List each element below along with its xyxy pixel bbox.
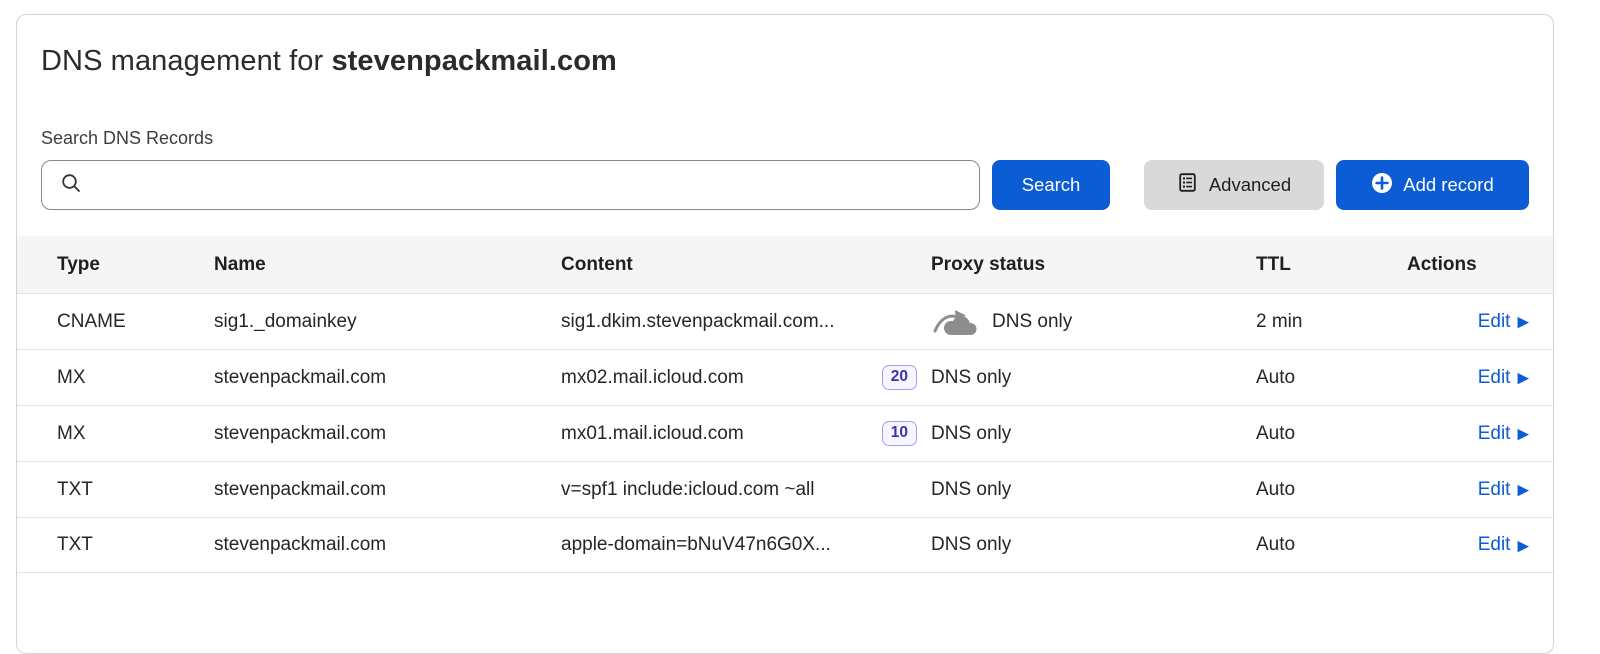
edit-record-link[interactable]: Edit ▶ <box>1478 311 1529 333</box>
edit-arrow-icon: ▶ <box>1517 538 1529 553</box>
record-content-text: apple-domain=bNuV47n6G0X... <box>561 534 831 556</box>
column-header-type: Type <box>17 254 214 276</box>
record-ttl: 2 min <box>1246 311 1391 333</box>
advanced-button[interactable]: Advanced <box>1144 160 1324 210</box>
record-ttl: Auto <box>1246 423 1391 445</box>
record-content-text: mx02.mail.icloud.com <box>561 367 744 389</box>
proxy-status-text: DNS only <box>931 367 1011 389</box>
record-proxy-status: DNS only <box>931 534 1246 556</box>
search-button[interactable]: Search <box>992 160 1110 210</box>
record-content: apple-domain=bNuV47n6G0X... <box>561 534 931 556</box>
record-content-text: sig1.dkim.stevenpackmail.com... <box>561 311 835 333</box>
edit-arrow-icon: ▶ <box>1517 371 1529 386</box>
search-input-wrapper[interactable] <box>41 160 980 210</box>
record-proxy-status: DNS only <box>931 306 1246 337</box>
table-row: MX stevenpackmail.com mx02.mail.icloud.c… <box>17 349 1553 405</box>
page-title: DNS management for stevenpackmail.com <box>41 45 1529 78</box>
plus-circle-icon <box>1371 172 1393 199</box>
record-name: stevenpackmail.com <box>214 534 561 556</box>
add-record-button-label: Add record <box>1403 174 1494 196</box>
table-row: TXT stevenpackmail.com apple-domain=bNuV… <box>17 517 1553 573</box>
edit-link-label: Edit <box>1478 479 1511 501</box>
record-type: MX <box>17 367 214 389</box>
edit-arrow-icon: ▶ <box>1517 427 1529 442</box>
edit-arrow-icon: ▶ <box>1517 483 1529 498</box>
table-row: TXT stevenpackmail.com v=spf1 include:ic… <box>17 461 1553 517</box>
record-proxy-status: DNS only <box>931 367 1246 389</box>
search-button-label: Search <box>1022 174 1081 196</box>
search-input[interactable] <box>93 174 965 196</box>
record-ttl: Auto <box>1246 367 1391 389</box>
dns-only-cloud-icon <box>931 306 979 337</box>
column-header-content: Content <box>561 254 931 276</box>
dns-controls-row: Search Advanced <box>41 160 1529 210</box>
record-content-text: v=spf1 include:icloud.com ~all <box>561 479 814 501</box>
record-proxy-status: DNS only <box>931 423 1246 445</box>
record-type: MX <box>17 423 214 445</box>
record-proxy-status: DNS only <box>931 479 1246 501</box>
table-row: MX stevenpackmail.com mx01.mail.icloud.c… <box>17 405 1553 461</box>
column-header-ttl: TTL <box>1246 254 1391 276</box>
page-title-prefix: DNS management for <box>41 45 323 77</box>
mx-priority-badge: 10 <box>882 421 917 446</box>
edit-arrow-icon: ▶ <box>1517 315 1529 330</box>
column-header-proxy-status: Proxy status <box>931 254 1246 276</box>
mx-priority-badge: 20 <box>882 365 917 390</box>
dns-records-table: Type Name Content Proxy status TTL Actio… <box>17 236 1553 573</box>
edit-link-label: Edit <box>1478 311 1511 333</box>
record-type: TXT <box>17 479 214 501</box>
record-content: mx02.mail.icloud.com 20 <box>561 365 931 390</box>
record-content: mx01.mail.icloud.com 10 <box>561 421 931 446</box>
column-header-actions: Actions <box>1391 254 1553 276</box>
record-name: stevenpackmail.com <box>214 479 561 501</box>
record-content: sig1.dkim.stevenpackmail.com... <box>561 311 931 333</box>
edit-link-label: Edit <box>1478 423 1511 445</box>
edit-record-link[interactable]: Edit ▶ <box>1478 479 1529 501</box>
table-row: CNAME sig1._domainkey sig1.dkim.stevenpa… <box>17 293 1553 349</box>
proxy-status-text: DNS only <box>931 423 1011 445</box>
record-name: stevenpackmail.com <box>214 423 561 445</box>
record-name: stevenpackmail.com <box>214 367 561 389</box>
dns-management-card: DNS management for stevenpackmail.com Se… <box>16 14 1554 654</box>
column-header-name: Name <box>214 254 561 276</box>
search-icon <box>59 171 83 200</box>
zone-domain-name: stevenpackmail.com <box>331 45 617 77</box>
record-ttl: Auto <box>1246 534 1391 556</box>
edit-link-label: Edit <box>1478 367 1511 389</box>
record-ttl: Auto <box>1246 479 1391 501</box>
proxy-status-text: DNS only <box>931 479 1011 501</box>
record-name: sig1._domainkey <box>214 311 561 333</box>
record-type: CNAME <box>17 311 214 333</box>
record-type: TXT <box>17 534 214 556</box>
search-dns-records-label: Search DNS Records <box>41 128 1529 149</box>
edit-record-link[interactable]: Edit ▶ <box>1478 423 1529 445</box>
add-record-button[interactable]: Add record <box>1336 160 1529 210</box>
proxy-status-text: DNS only <box>992 311 1072 333</box>
record-content: v=spf1 include:icloud.com ~all <box>561 479 931 501</box>
edit-record-link[interactable]: Edit ▶ <box>1478 367 1529 389</box>
edit-link-label: Edit <box>1478 534 1511 556</box>
record-content-text: mx01.mail.icloud.com <box>561 423 744 445</box>
proxy-status-text: DNS only <box>931 534 1011 556</box>
table-header-row: Type Name Content Proxy status TTL Actio… <box>17 236 1553 293</box>
advanced-list-icon <box>1177 172 1198 198</box>
table-body: CNAME sig1._domainkey sig1.dkim.stevenpa… <box>17 293 1553 573</box>
edit-record-link[interactable]: Edit ▶ <box>1478 534 1529 556</box>
advanced-button-label: Advanced <box>1209 174 1291 196</box>
